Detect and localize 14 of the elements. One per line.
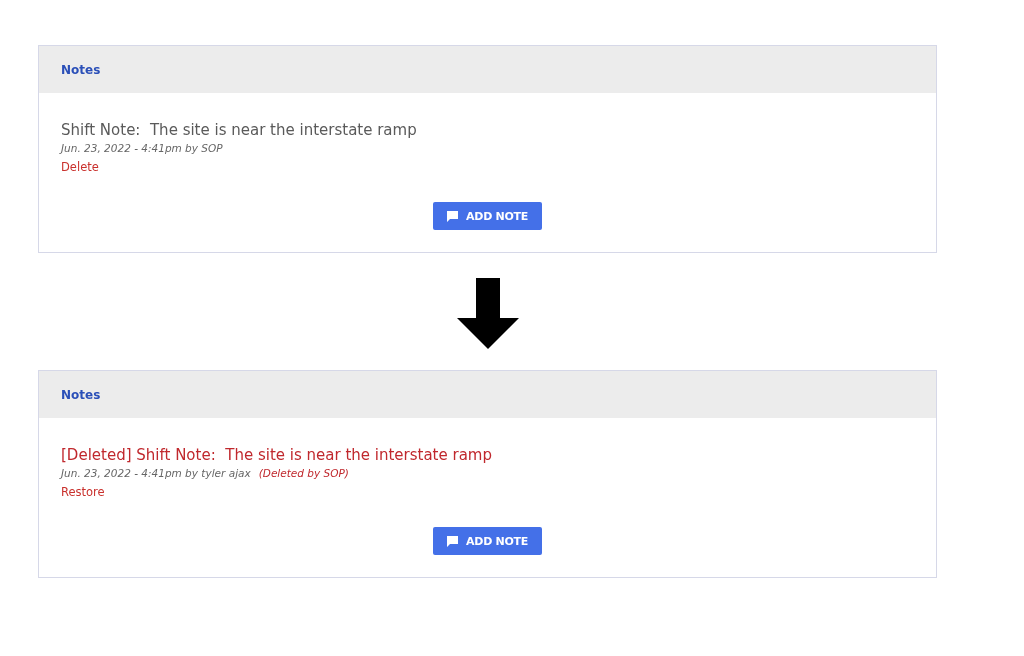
panel-title: Notes bbox=[61, 387, 101, 402]
deleted-by-label: (Deleted by SOP) bbox=[258, 467, 349, 479]
note-title: [Deleted] Shift Note: The site is near the interstate ramp bbox=[61, 446, 493, 464]
add-note-button[interactable]: ADD NOTE bbox=[433, 527, 542, 555]
comment-icon bbox=[447, 210, 459, 222]
down-arrow-icon bbox=[456, 278, 519, 349]
note-meta: Jun. 23, 2022 - 4:41pm by SOP bbox=[61, 142, 223, 154]
panel-title: Notes bbox=[61, 62, 101, 77]
comment-icon bbox=[447, 535, 459, 547]
add-note-button[interactable]: ADD NOTE bbox=[433, 202, 542, 230]
note-meta: Jun. 23, 2022 - 4:41pm by tyler ajax bbox=[61, 467, 251, 479]
delete-link[interactable]: Delete bbox=[61, 160, 99, 174]
note-title: Shift Note: The site is near the interstate ramp bbox=[61, 121, 418, 139]
restore-link[interactable]: Restore bbox=[61, 485, 105, 499]
